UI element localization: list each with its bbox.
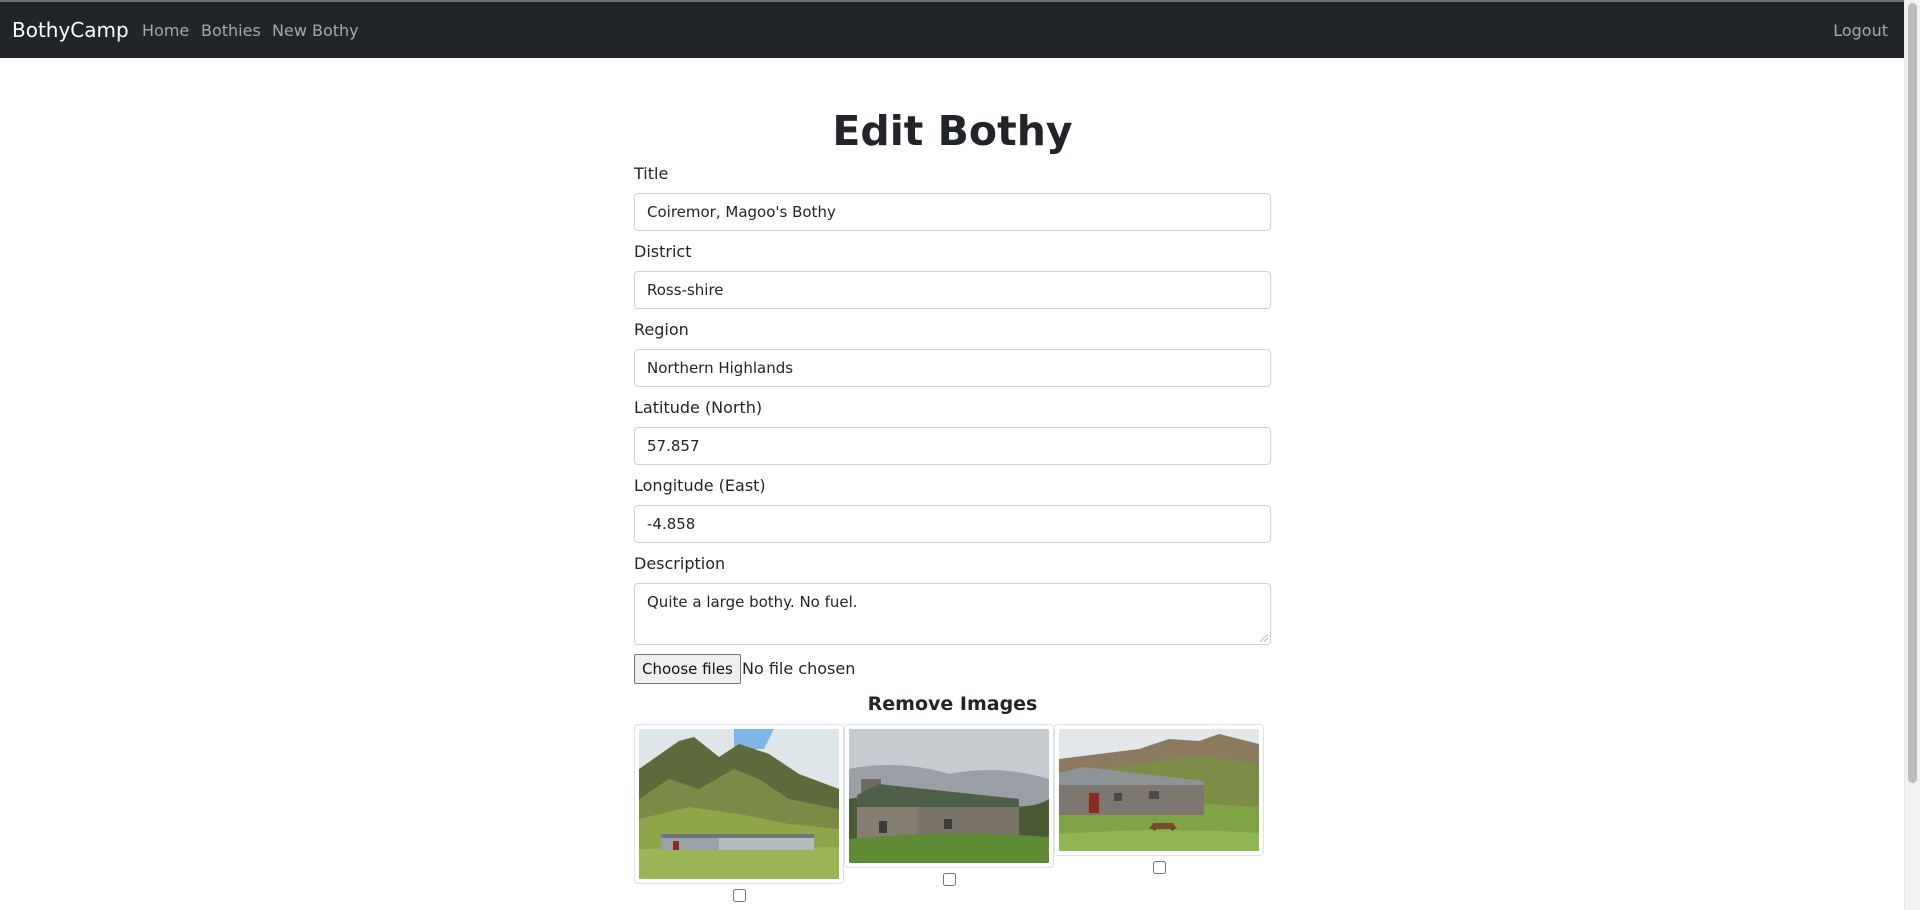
latitude-input[interactable] (634, 427, 1271, 465)
remove-image-1-checkbox[interactable] (733, 889, 746, 902)
nav-bothies-link[interactable]: Bothies (201, 21, 261, 41)
remove-image-2-checkbox[interactable] (943, 873, 956, 886)
district-label: District (634, 242, 692, 261)
remove-images-title: Remove Images (867, 693, 1038, 715)
bothy-photo-1 (639, 729, 839, 879)
bothy-photo-3-svg (1059, 729, 1259, 851)
longitude-input[interactable] (634, 505, 1271, 543)
image-card-3 (1054, 724, 1264, 856)
region-input[interactable] (634, 349, 1271, 387)
region-label: Region (634, 320, 689, 339)
title-label: Title (634, 164, 669, 183)
longitude-label: Longitude (East) (634, 476, 766, 495)
description-textarea[interactable]: Quite a large bothy. No fuel. (634, 583, 1271, 645)
image-card-1 (634, 724, 844, 884)
description-wrapper: Quite a large bothy. No fuel. (634, 583, 1271, 645)
district-input[interactable] (634, 271, 1271, 309)
bothy-photo-3 (1059, 729, 1259, 851)
description-label: Description (634, 554, 726, 573)
nav-new-bothy-link[interactable]: New Bothy (272, 21, 359, 41)
navbar: BothyCamp Home Bothies New Bothy Logout (0, 2, 1905, 58)
resize-grip-icon[interactable] (1260, 634, 1268, 642)
logout-link[interactable]: Logout (1833, 21, 1888, 41)
image-card-2 (844, 724, 1054, 868)
title-input[interactable] (634, 193, 1271, 231)
remove-image-3-checkbox[interactable] (1153, 861, 1166, 874)
page-scrollbar[interactable] (1904, 0, 1920, 910)
nav-home-link[interactable]: Home (142, 21, 189, 41)
bothy-photo-1-svg (639, 729, 839, 879)
brand-link[interactable]: BothyCamp (12, 18, 129, 42)
choose-files-button[interactable]: Choose files (634, 654, 741, 684)
latitude-label: Latitude (North) (634, 398, 763, 417)
bothy-photo-2-svg (849, 729, 1049, 863)
page-title: Edit Bothy (832, 107, 1073, 155)
file-status-text: No file chosen (742, 659, 856, 678)
scrollbar-thumb[interactable] (1908, 3, 1917, 783)
page: BothyCamp Home Bothies New Bothy Logout … (0, 0, 1920, 910)
bothy-photo-2 (849, 729, 1049, 863)
